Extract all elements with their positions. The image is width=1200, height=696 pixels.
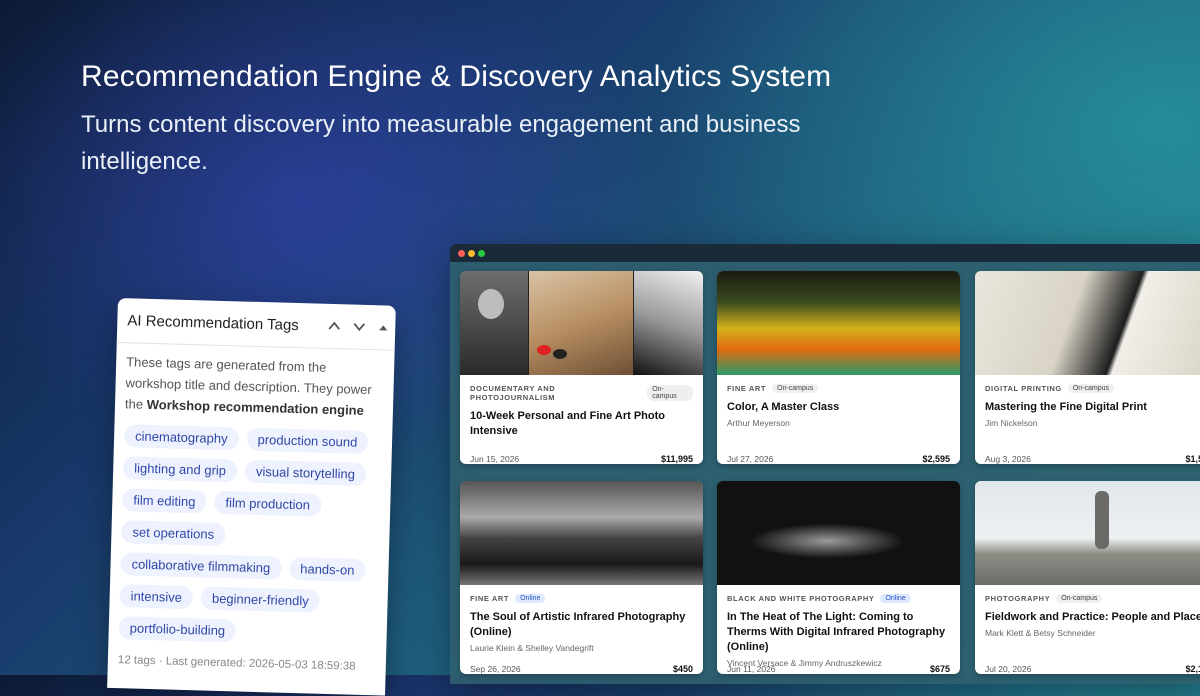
tag-chip[interactable]: set operations — [121, 520, 226, 547]
workshop-card[interactable]: DOCUMENTARY AND PHOTOJOURNALISM On-campu… — [460, 271, 703, 464]
workshop-category: BLACK AND WHITE PHOTOGRAPHY — [727, 594, 875, 603]
workshop-price: $2,595 — [922, 454, 950, 464]
workshop-category: DOCUMENTARY AND PHOTOJOURNALISM — [470, 384, 556, 402]
panel-header: AI Recommendation Tags — [116, 298, 396, 351]
minimize-window-button[interactable] — [468, 250, 475, 257]
ai-tags-panel: AI Recommendation Tags These tags are ge… — [107, 298, 396, 696]
caret-up-icon[interactable] — [377, 320, 391, 334]
workshop-price: $450 — [672, 664, 693, 674]
workshop-date: Jul 27, 2026 — [727, 454, 774, 464]
workshop-image — [717, 271, 960, 375]
workshop-image — [717, 481, 960, 585]
panel-description: These tags are generated from the worksh… — [124, 354, 372, 418]
close-window-button[interactable] — [458, 250, 465, 257]
panel-footer-status: 12 tags · Last generated: 2026-05-03 18:… — [117, 654, 356, 673]
workshop-title[interactable]: Mastering the Fine Digital Print — [985, 400, 1200, 415]
workshop-price: $1,59 — [1185, 454, 1200, 464]
chevron-down-icon[interactable] — [352, 320, 366, 334]
format-badge: On-campus — [772, 384, 819, 393]
tag-chip[interactable]: film production — [214, 490, 322, 517]
workshop-title[interactable]: 10-Week Personal and Fine Art Photo Inte… — [470, 409, 693, 439]
workshop-card[interactable]: FINE ART Online The Soul of Artistic Inf… — [460, 481, 703, 674]
workshop-image — [975, 271, 1200, 375]
workshop-image — [975, 481, 1200, 585]
tag-chip[interactable]: portfolio-building — [118, 616, 237, 643]
format-badge: On-campus — [1067, 384, 1115, 393]
tag-chip[interactable]: collaborative filmmaking — [120, 552, 282, 580]
workshop-title[interactable]: In The Heat of The Light: Coming to Ther… — [727, 610, 950, 655]
tag-chip[interactable]: hands-on — [288, 556, 366, 583]
workshop-instructor: Jim Nickelson — [985, 418, 1038, 428]
workshop-instructor: Laurie Klein & Shelley Vandegrift — [470, 643, 594, 653]
workshop-card[interactable]: DIGITAL PRINTING On-campus Mastering the… — [975, 271, 1200, 464]
workshop-date: Jun 11, 2026 — [727, 664, 776, 674]
workshop-card[interactable]: BLACK AND WHITE PHOTOGRAPHY Online In Th… — [717, 481, 960, 674]
format-badge: On-campus — [647, 385, 693, 401]
workshop-date: Jun 15, 2026 — [470, 454, 520, 464]
chevron-up-icon[interactable] — [327, 319, 341, 333]
workshop-date: Jul 20, 2026 — [985, 664, 1032, 674]
workshop-date: Sep 26, 2026 — [470, 664, 521, 674]
format-badge: Online — [880, 594, 911, 603]
workshop-price: $675 — [929, 664, 950, 674]
hero: Recommendation Engine & Discovery Analyt… — [81, 60, 861, 180]
workshop-price: $11,995 — [660, 454, 693, 464]
workshop-category: PHOTOGRAPHY — [985, 594, 1051, 603]
workshop-instructor: Mark Klett & Betsy Schneider — [985, 628, 1096, 638]
workshop-image — [460, 481, 703, 585]
window-title-bar — [450, 244, 1200, 262]
tag-chip[interactable]: beginner-friendly — [200, 586, 321, 613]
tag-chip[interactable]: film editing — [122, 488, 207, 514]
workshop-instructor: Arthur Meyerson — [727, 418, 790, 428]
page-subtitle: Turns content discovery into measurable … — [81, 111, 801, 175]
format-badge: On-campus — [1056, 594, 1103, 603]
workshop-category: FINE ART — [470, 594, 510, 603]
workshop-price: $2,19 — [1185, 664, 1200, 674]
tag-chip[interactable]: cinematography — [123, 424, 239, 451]
engine-name: Workshop recommendation engine — [146, 396, 365, 418]
workshop-category: FINE ART — [727, 384, 767, 393]
workshop-card[interactable]: FINE ART On-campus Color, A Master Class… — [717, 271, 960, 464]
tag-chip[interactable]: lighting and grip — [122, 456, 238, 483]
tag-chip[interactable]: visual storytelling — [244, 459, 367, 486]
panel-title: AI Recommendation Tags — [127, 312, 300, 335]
browser-window: DOCUMENTARY AND PHOTOJOURNALISM On-campu… — [450, 244, 1200, 684]
workshop-image — [460, 271, 703, 375]
workshop-title[interactable]: Color, A Master Class — [727, 400, 950, 415]
maximize-window-button[interactable] — [478, 250, 485, 257]
workshop-card[interactable]: PHOTOGRAPHY On-campus Fieldwork and Prac… — [975, 481, 1200, 674]
tag-chip[interactable]: production sound — [246, 427, 369, 455]
workshop-title[interactable]: Fieldwork and Practice: People and Place — [985, 610, 1200, 625]
workshop-date: Aug 3, 2026 — [985, 454, 1031, 464]
workshop-title[interactable]: The Soul of Artistic Infrared Photograph… — [470, 610, 693, 640]
tag-chip[interactable]: intensive — [119, 584, 194, 610]
page-title: Recommendation Engine & Discovery Analyt… — [81, 60, 832, 93]
workshop-category: DIGITAL PRINTING — [985, 384, 1062, 393]
tag-list: cinematography production sound lighting… — [118, 424, 374, 646]
format-badge: Online — [515, 594, 546, 603]
